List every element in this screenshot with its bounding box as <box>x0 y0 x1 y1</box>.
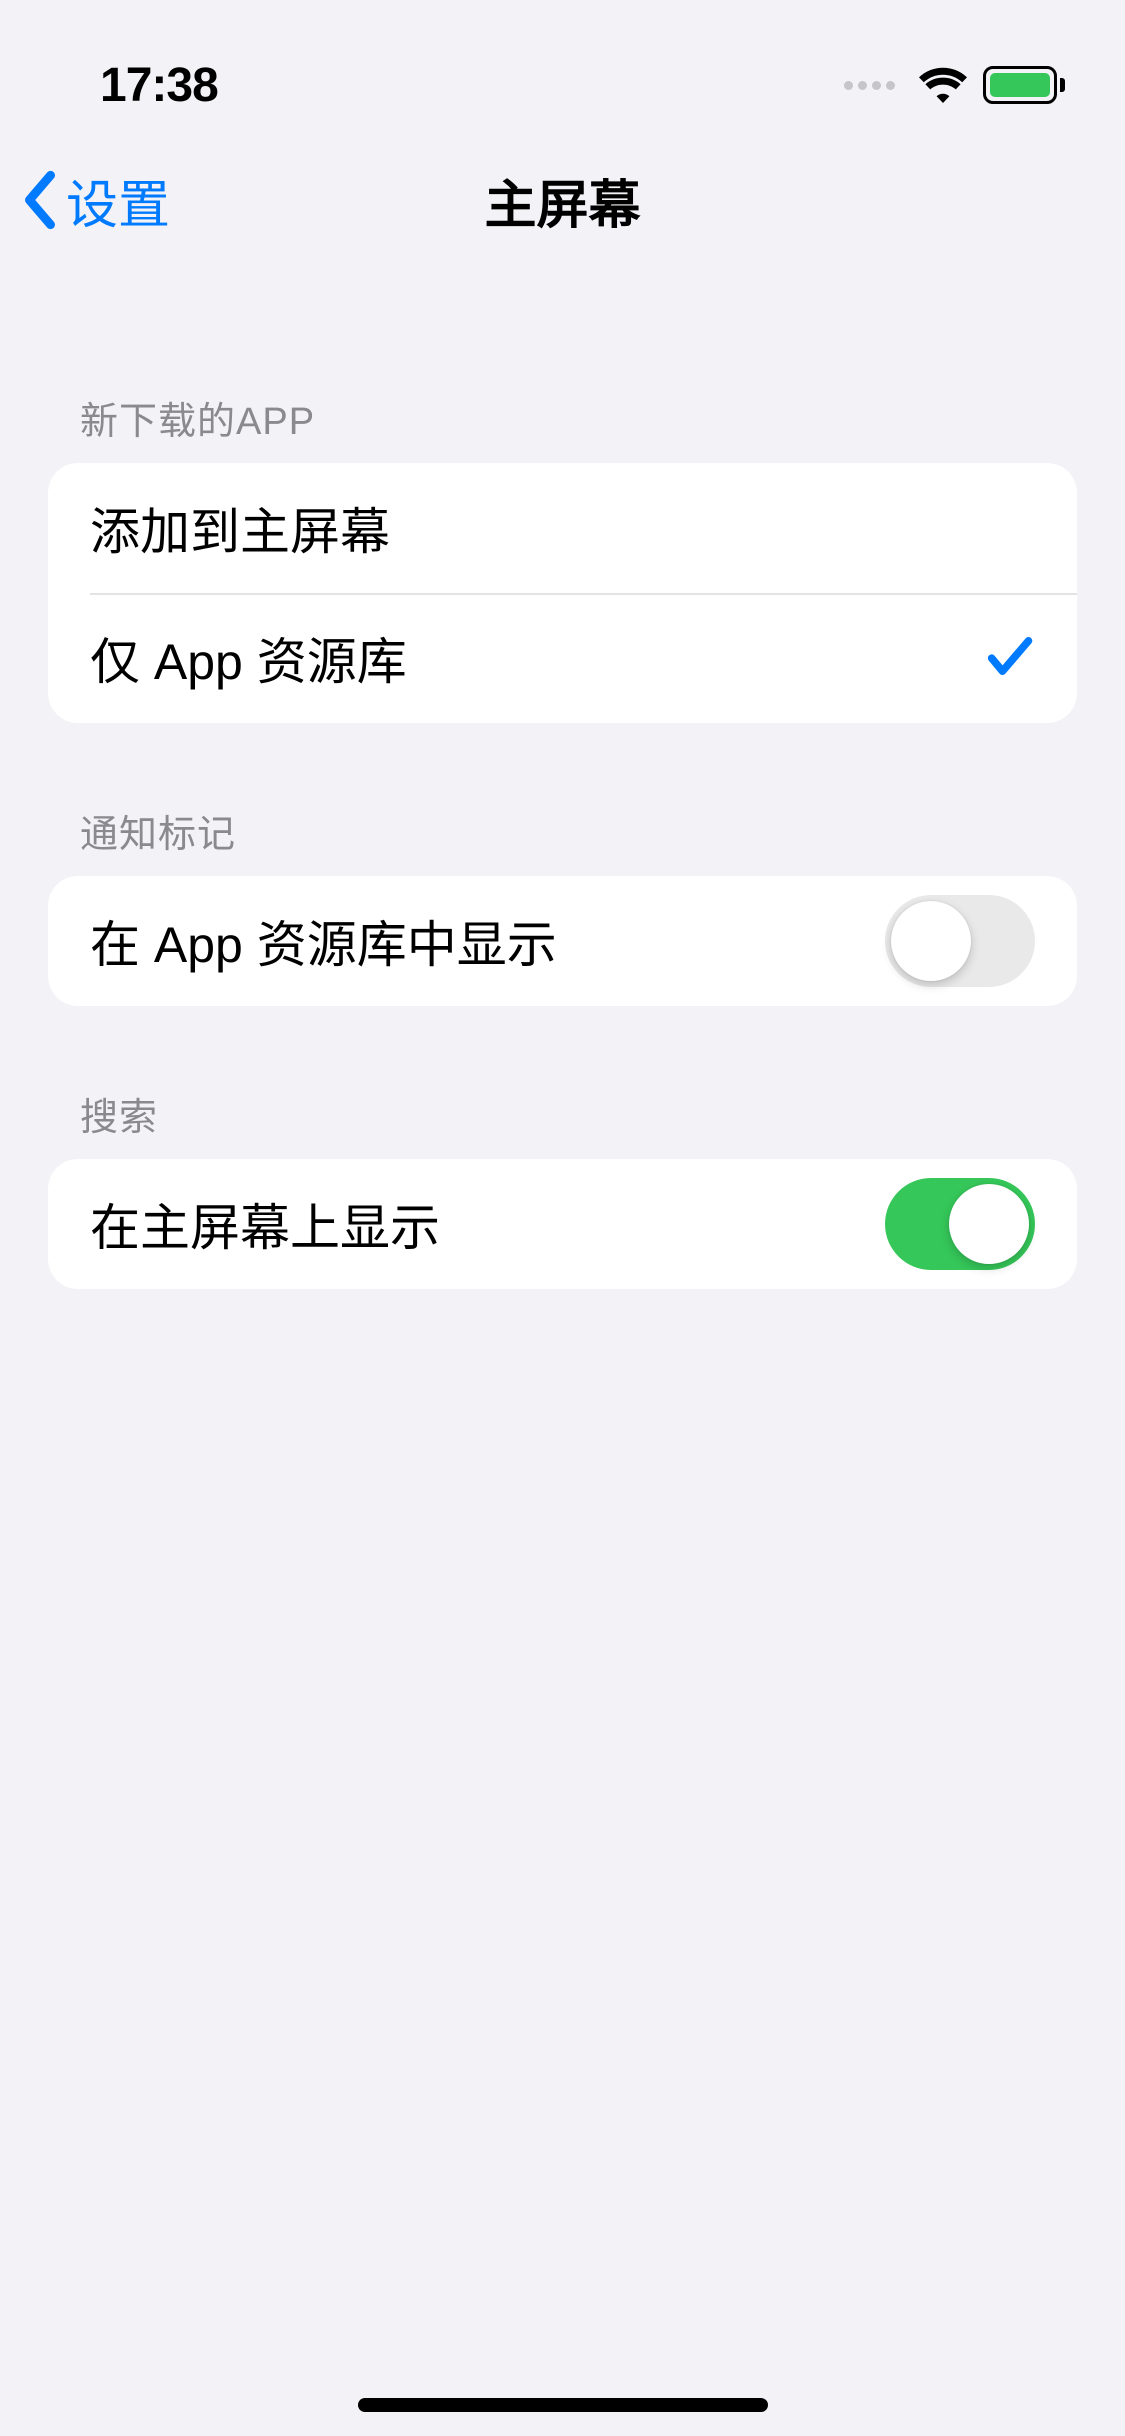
group-search: 在主屏幕上显示 <box>48 1159 1077 1289</box>
toggle-show-on-home[interactable] <box>885 1178 1035 1270</box>
option-app-library-only[interactable]: 仅 App 资源库 <box>48 593 1077 723</box>
wifi-icon <box>919 67 967 103</box>
section-header-search: 搜索 <box>48 1006 1077 1159</box>
back-label: 设置 <box>66 163 170 238</box>
battery-icon <box>983 66 1065 104</box>
row-label: 在 App 资源库中显示 <box>90 905 557 977</box>
cellular-dots-icon <box>844 81 895 90</box>
nav-bar: 设置 主屏幕 <box>0 130 1125 270</box>
section-header-downloads: 新下载的APP <box>48 270 1077 463</box>
option-label: 仅 App 资源库 <box>90 622 407 694</box>
chevron-left-icon <box>20 170 60 230</box>
toggle-knob <box>891 901 971 981</box>
option-label: 添加到主屏幕 <box>90 492 390 564</box>
group-badges: 在 App 资源库中显示 <box>48 876 1077 1006</box>
status-indicators <box>844 66 1065 104</box>
row-show-in-app-library: 在 App 资源库中显示 <box>48 876 1077 1006</box>
toggle-show-in-app-library[interactable] <box>885 895 1035 987</box>
group-downloads: 添加到主屏幕 仅 App 资源库 <box>48 463 1077 723</box>
back-button[interactable]: 设置 <box>20 163 170 238</box>
content: 新下载的APP 添加到主屏幕 仅 App 资源库 通知标记 在 App 资源库中… <box>0 270 1125 1289</box>
home-indicator[interactable] <box>358 2398 768 2412</box>
row-label: 在主屏幕上显示 <box>90 1188 440 1260</box>
checkmark-icon <box>983 630 1035 687</box>
row-show-on-home: 在主屏幕上显示 <box>48 1159 1077 1289</box>
option-add-to-home[interactable]: 添加到主屏幕 <box>48 463 1077 593</box>
status-time: 17:38 <box>100 58 218 113</box>
toggle-knob <box>949 1184 1029 1264</box>
status-bar: 17:38 <box>0 0 1125 130</box>
section-header-badges: 通知标记 <box>48 723 1077 876</box>
